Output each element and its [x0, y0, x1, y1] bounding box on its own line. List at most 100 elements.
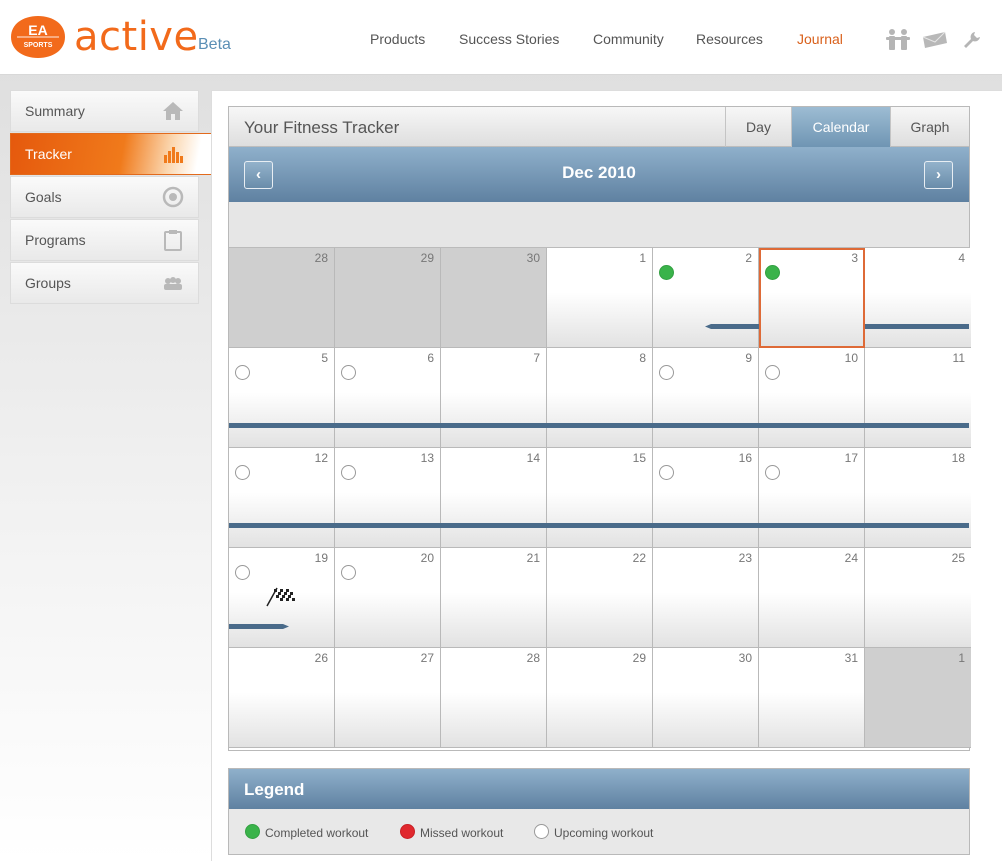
- completed-workout-dot-icon[interactable]: [659, 265, 674, 280]
- ea-sports-logo-icon[interactable]: EA SPORTS: [9, 14, 67, 60]
- calendar-day[interactable]: 4: [865, 248, 971, 348]
- fitness-tracker-panel: Your Fitness Tracker Day Calendar Graph …: [228, 106, 971, 751]
- calendar-day[interactable]: 12: [229, 448, 335, 548]
- mail-icon[interactable]: [921, 31, 949, 49]
- calendar-day[interactable]: 2: [653, 248, 759, 348]
- calendar-day[interactable]: 1: [547, 248, 653, 348]
- day-number: 29: [632, 651, 646, 665]
- upcoming-workout-dot-icon[interactable]: [341, 465, 356, 480]
- day-number: 9: [745, 351, 752, 365]
- calendar-day[interactable]: 8: [547, 348, 653, 448]
- upcoming-dot-icon: [534, 824, 549, 839]
- sidebar-item-tracker[interactable]: Tracker: [10, 133, 212, 175]
- missed-dot-icon: [400, 824, 415, 839]
- day-number: 21: [526, 551, 540, 565]
- calendar-day[interactable]: 18: [865, 448, 971, 548]
- completed-dot-icon: [245, 824, 260, 839]
- upcoming-workout-dot-icon[interactable]: [235, 565, 250, 580]
- calendar-day[interactable]: 31: [759, 648, 865, 748]
- tracker-title: Your Fitness Tracker: [244, 118, 400, 137]
- legend-title: Legend: [244, 780, 305, 799]
- calendar-day[interactable]: 23: [653, 548, 759, 648]
- sidebar-item-goals[interactable]: Goals: [10, 176, 199, 218]
- beta-tag: Beta: [198, 36, 231, 53]
- upcoming-workout-dot-icon[interactable]: [341, 365, 356, 380]
- calendar-day[interactable]: 7: [441, 348, 547, 448]
- calendar-day[interactable]: 19: [229, 548, 335, 648]
- day-number: 8: [639, 351, 646, 365]
- month-bar: ‹ Dec 2010 ›: [229, 147, 969, 202]
- sidebar-item-groups[interactable]: Groups: [10, 262, 199, 304]
- day-number: 3: [851, 251, 858, 265]
- sidebar-item-programs[interactable]: Programs: [10, 219, 199, 261]
- legend-panel: Legend Completed workout Missed workout …: [228, 768, 970, 855]
- logo-wordmark[interactable]: active: [74, 14, 199, 60]
- tab-day[interactable]: Day: [725, 107, 791, 147]
- sidebar-item-label: Programs: [25, 232, 86, 248]
- tab-calendar[interactable]: Calendar: [791, 107, 890, 147]
- upcoming-workout-dot-icon[interactable]: [765, 365, 780, 380]
- calendar-day[interactable]: 9: [653, 348, 759, 448]
- calendar-day[interactable]: 28: [229, 248, 335, 348]
- upcoming-workout-dot-icon[interactable]: [659, 465, 674, 480]
- wrench-icon[interactable]: [962, 30, 982, 50]
- program-span-bar: [229, 423, 969, 428]
- sidebar-item-label: Tracker: [25, 146, 72, 162]
- day-number: 27: [420, 651, 434, 665]
- calendar-day[interactable]: 15: [547, 448, 653, 548]
- day-number: 22: [632, 551, 646, 565]
- nav-success-stories[interactable]: Success Stories: [459, 31, 559, 47]
- calendar-day[interactable]: 10: [759, 348, 865, 448]
- day-number: 17: [844, 451, 858, 465]
- day-number: 10: [844, 351, 858, 365]
- calendar-day[interactable]: 22: [547, 548, 653, 648]
- calendar-day[interactable]: 5: [229, 348, 335, 448]
- calendar-day[interactable]: 25: [865, 548, 971, 648]
- calendar-day[interactable]: 27: [335, 648, 441, 748]
- sidebar-item-label: Groups: [25, 275, 71, 291]
- calendar-day[interactable]: 17: [759, 448, 865, 548]
- upcoming-workout-dot-icon[interactable]: [341, 565, 356, 580]
- clipboard-icon: [164, 230, 182, 251]
- calendar-day[interactable]: 3: [759, 248, 865, 348]
- program-span-bar: [229, 624, 289, 629]
- calendar-day[interactable]: 28: [441, 648, 547, 748]
- upcoming-workout-dot-icon[interactable]: [235, 365, 250, 380]
- nav-community[interactable]: Community: [593, 31, 664, 47]
- tab-graph[interactable]: Graph: [890, 107, 969, 147]
- calendar-day[interactable]: 11: [865, 348, 971, 448]
- program-span-bar: [229, 523, 969, 528]
- nav-resources[interactable]: Resources: [696, 31, 763, 47]
- calendar-day[interactable]: 29: [335, 248, 441, 348]
- calendar-day[interactable]: 30: [441, 248, 547, 348]
- calendar-day[interactable]: 13: [335, 448, 441, 548]
- upcoming-workout-dot-icon[interactable]: [659, 365, 674, 380]
- day-number: 31: [844, 651, 858, 665]
- calendar-day[interactable]: 21: [441, 548, 547, 648]
- day-number: 20: [420, 551, 434, 565]
- calendar-day[interactable]: 29: [547, 648, 653, 748]
- calendar-day[interactable]: 30: [653, 648, 759, 748]
- day-number: 30: [738, 651, 752, 665]
- calendar-day[interactable]: 20: [335, 548, 441, 648]
- calendar-day[interactable]: 26: [229, 648, 335, 748]
- next-month-button[interactable]: ›: [924, 161, 953, 189]
- people-icon[interactable]: [884, 28, 912, 52]
- sidebar-item-summary[interactable]: Summary: [10, 90, 199, 132]
- calendar-day[interactable]: 14: [441, 448, 547, 548]
- upcoming-workout-dot-icon[interactable]: [235, 465, 250, 480]
- calendar-day[interactable]: 24: [759, 548, 865, 648]
- completed-workout-dot-icon[interactable]: [765, 265, 780, 280]
- calendar-day[interactable]: 6: [335, 348, 441, 448]
- nav-journal[interactable]: Journal: [797, 31, 843, 47]
- calendar-day[interactable]: 16: [653, 448, 759, 548]
- day-number: 15: [632, 451, 646, 465]
- nav-products[interactable]: Products: [370, 31, 425, 47]
- day-number: 11: [952, 351, 965, 365]
- legend-label: Upcoming workout: [554, 826, 654, 840]
- day-number: 5: [321, 351, 328, 365]
- month-title: Dec 2010: [562, 163, 636, 182]
- upcoming-workout-dot-icon[interactable]: [765, 465, 780, 480]
- day-number: 19: [314, 551, 328, 565]
- calendar-day[interactable]: 1: [865, 648, 971, 748]
